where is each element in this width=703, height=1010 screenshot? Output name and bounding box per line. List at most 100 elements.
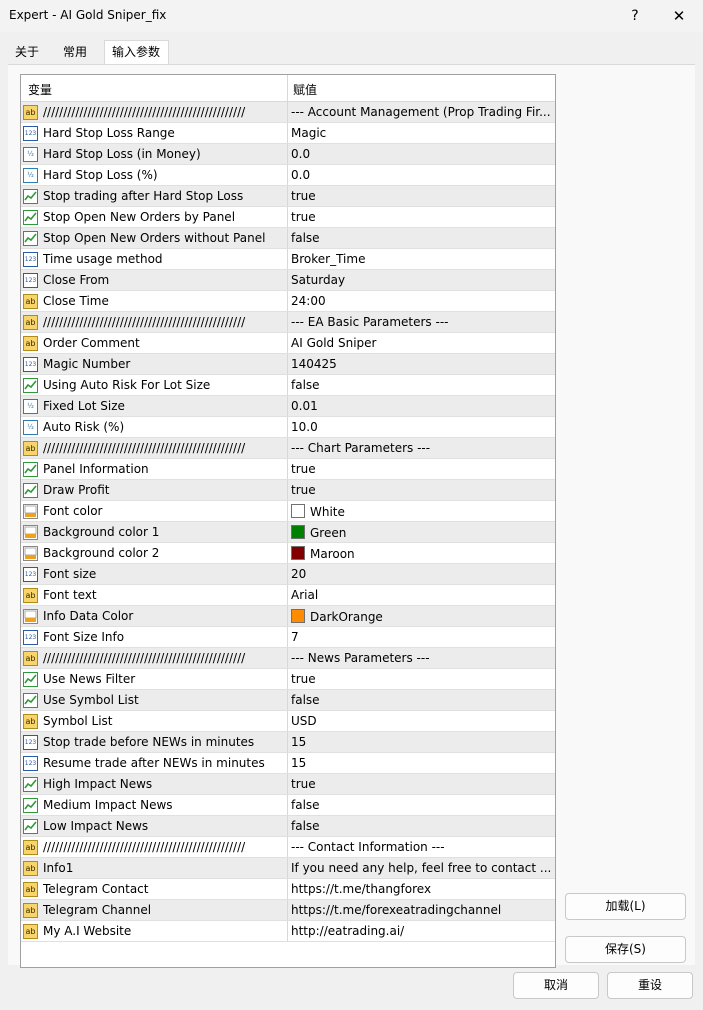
grid-row[interactable]: 123 Resume trade after NEWs in minutes 15 <box>21 753 555 774</box>
tab-about[interactable]: 关于 <box>8 41 47 64</box>
parameter-value[interactable]: https://t.me/forexeatradingchannel <box>291 903 553 917</box>
header-variable[interactable]: 变量 <box>28 81 52 98</box>
grid-row[interactable]: Draw Profit true <box>21 480 555 501</box>
help-icon[interactable]: ? <box>624 5 646 27</box>
grid-row[interactable]: Stop Open New Orders without Panel false <box>21 228 555 249</box>
parameter-value[interactable]: false <box>291 231 553 245</box>
parameter-value[interactable]: 0.0 <box>291 147 553 161</box>
reset-button[interactable]: 重设 <box>607 972 693 999</box>
grid-row[interactable]: ½ Hard Stop Loss (in Money) 0.0 <box>21 144 555 165</box>
grid-row[interactable]: ab //////////////////////////////////////… <box>21 312 555 333</box>
grid-row[interactable]: ab Close Time 24:00 <box>21 291 555 312</box>
grid-row[interactable]: 123 Close From Saturday <box>21 270 555 291</box>
parameter-value[interactable]: USD <box>291 714 553 728</box>
parameter-value[interactable]: false <box>291 798 553 812</box>
parameter-value[interactable]: 0.01 <box>291 399 553 413</box>
grid-row[interactable]: ab //////////////////////////////////////… <box>21 102 555 123</box>
grid-row[interactable]: Font color White <box>21 501 555 522</box>
parameter-value[interactable]: 20 <box>291 567 553 581</box>
grid-row[interactable]: Background color 2 Maroon <box>21 543 555 564</box>
column-divider <box>287 711 288 732</box>
parameter-value[interactable]: AI Gold Sniper <box>291 336 553 350</box>
parameter-value[interactable]: false <box>291 378 553 392</box>
parameter-value[interactable]: If you need any help, feel free to conta… <box>291 861 553 875</box>
header-divider[interactable] <box>287 75 288 101</box>
parameter-value[interactable]: 10.0 <box>291 420 553 434</box>
grid-row[interactable]: ½ Hard Stop Loss (%) 0.0 <box>21 165 555 186</box>
grid-row[interactable]: Using Auto Risk For Lot Size false <box>21 375 555 396</box>
column-divider <box>287 606 288 627</box>
grid-row[interactable]: Stop Open New Orders by Panel true <box>21 207 555 228</box>
parameter-value-text: If you need any help, feel free to conta… <box>291 861 552 875</box>
parameter-value[interactable]: 7 <box>291 630 553 644</box>
parameter-value[interactable]: Broker_Time <box>291 252 553 266</box>
string-type-icon: ab <box>23 105 38 120</box>
grid-row[interactable]: Stop trading after Hard Stop Loss true <box>21 186 555 207</box>
parameter-value[interactable]: Saturday <box>291 273 553 287</box>
grid-row[interactable]: Medium Impact News false <box>21 795 555 816</box>
parameter-value[interactable]: https://t.me/thangforex <box>291 882 553 896</box>
grid-row[interactable]: ab Font text Arial <box>21 585 555 606</box>
parameter-value[interactable]: Arial <box>291 588 553 602</box>
parameter-value[interactable]: Green <box>291 525 553 540</box>
grid-row[interactable]: ½ Fixed Lot Size 0.01 <box>21 396 555 417</box>
parameter-value[interactable]: true <box>291 462 553 476</box>
parameter-value[interactable]: false <box>291 819 553 833</box>
grid-row[interactable]: 123 Font size 20 <box>21 564 555 585</box>
parameter-value[interactable]: true <box>291 210 553 224</box>
parameter-value-text: true <box>291 672 316 686</box>
parameter-value[interactable]: true <box>291 672 553 686</box>
parameter-value[interactable]: http://eatrading.ai/ <box>291 924 553 938</box>
parameter-value[interactable]: --- EA Basic Parameters --- <box>291 315 553 329</box>
parameter-value[interactable]: 15 <box>291 735 553 749</box>
grid-row[interactable]: 123 Font Size Info 7 <box>21 627 555 648</box>
parameter-value[interactable]: White <box>291 504 553 519</box>
grid-row[interactable]: ab Order Comment AI Gold Sniper <box>21 333 555 354</box>
parameter-value[interactable]: --- News Parameters --- <box>291 651 553 665</box>
grid-row[interactable]: High Impact News true <box>21 774 555 795</box>
grid-row[interactable]: ½ Auto Risk (%) 10.0 <box>21 417 555 438</box>
grid-row[interactable]: ab Symbol List USD <box>21 711 555 732</box>
parameter-value[interactable]: 15 <box>291 756 553 770</box>
grid-row[interactable]: ab //////////////////////////////////////… <box>21 648 555 669</box>
parameter-value-text: DarkOrange <box>310 610 383 624</box>
parameter-value[interactable]: --- Chart Parameters --- <box>291 441 553 455</box>
grid-row[interactable]: 123 Stop trade before NEWs in minutes 15 <box>21 732 555 753</box>
parameter-value[interactable]: false <box>291 693 553 707</box>
header-value[interactable]: 赋值 <box>293 81 317 98</box>
grid-row[interactable]: Background color 1 Green <box>21 522 555 543</box>
save-button[interactable]: 保存(S) <box>565 936 686 963</box>
grid-row[interactable]: ab //////////////////////////////////////… <box>21 837 555 858</box>
grid-row[interactable]: Use News Filter true <box>21 669 555 690</box>
tab-input-parameters[interactable]: 输入参数 <box>104 40 169 65</box>
grid-row[interactable]: ab Info1 If you need any help, feel free t… <box>21 858 555 879</box>
parameter-name: Stop trade before NEWs in minutes <box>43 735 255 749</box>
parameter-value[interactable]: 0.0 <box>291 168 553 182</box>
grid-row[interactable]: ab //////////////////////////////////////… <box>21 438 555 459</box>
grid-row[interactable]: Info Data Color DarkOrange <box>21 606 555 627</box>
parameter-value[interactable]: true <box>291 483 553 497</box>
parameter-value[interactable]: 24:00 <box>291 294 553 308</box>
parameter-value[interactable]: true <box>291 777 553 791</box>
parameter-value[interactable]: Maroon <box>291 546 553 561</box>
parameter-value[interactable]: 140425 <box>291 357 553 371</box>
parameter-value[interactable]: true <box>291 189 553 203</box>
grid-row[interactable]: ab My A.I Website http://eatrading.ai/ <box>21 921 555 942</box>
grid-row[interactable]: ab Telegram Channel https://t.me/forexeatr… <box>21 900 555 921</box>
parameter-value[interactable]: DarkOrange <box>291 609 553 624</box>
parameter-value[interactable]: --- Contact Information --- <box>291 840 553 854</box>
close-icon[interactable]: ✕ <box>668 5 690 27</box>
grid-row[interactable]: ab Telegram Contact https://t.me/thangfore… <box>21 879 555 900</box>
grid-row[interactable]: 123 Time usage method Broker_Time <box>21 249 555 270</box>
cancel-button[interactable]: 取消 <box>513 972 599 999</box>
grid-row[interactable]: Low Impact News false <box>21 816 555 837</box>
grid-row[interactable]: Use Symbol List false <box>21 690 555 711</box>
load-button[interactable]: 加载(L) <box>565 893 686 920</box>
grid-row[interactable]: 123 Magic Number 140425 <box>21 354 555 375</box>
grid-row[interactable]: Panel Information true <box>21 459 555 480</box>
parameter-value[interactable]: --- Account Management (Prop Trading Fir… <box>291 105 553 119</box>
tab-common[interactable]: 常用 <box>56 41 101 64</box>
parameter-value[interactable]: Magic <box>291 126 553 140</box>
column-divider <box>287 732 288 753</box>
grid-row[interactable]: 123 Hard Stop Loss Range Magic <box>21 123 555 144</box>
